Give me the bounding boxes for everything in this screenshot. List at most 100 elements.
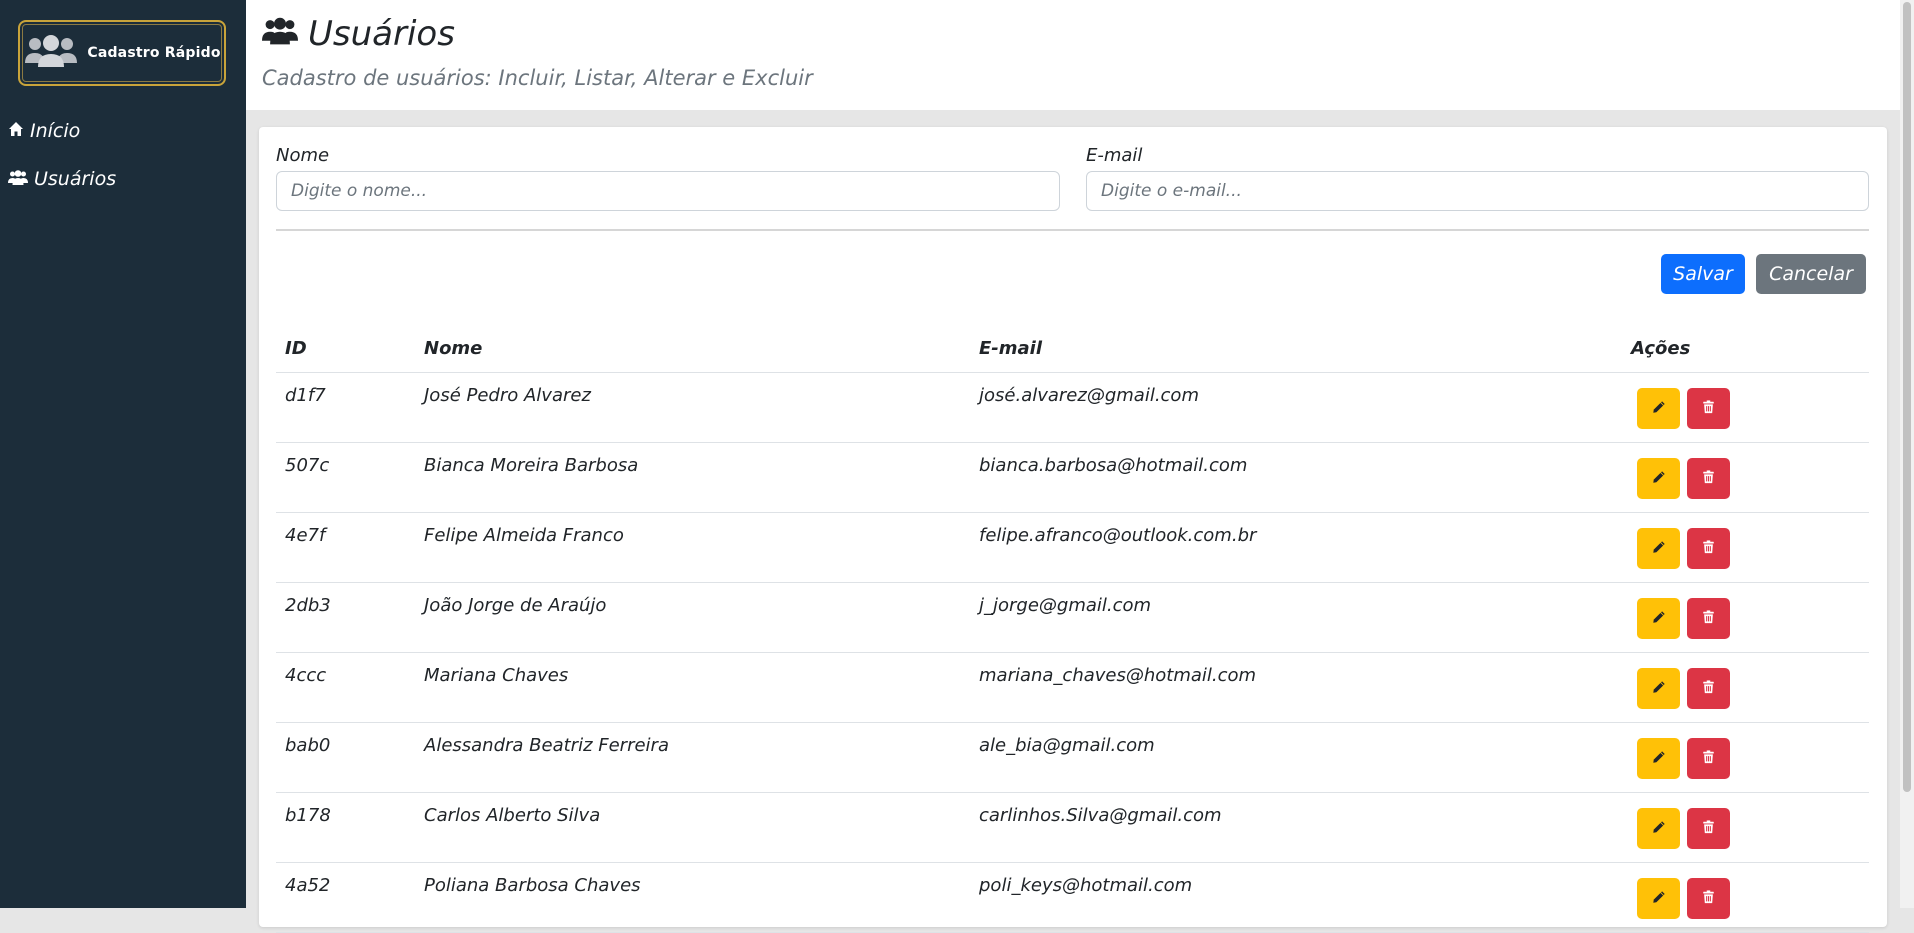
page-title: Usuários (262, 14, 455, 54)
cell-actions (1622, 862, 1869, 933)
pencil-icon (1652, 750, 1666, 767)
delete-button[interactable] (1687, 388, 1730, 429)
sidebar-item-label: Início (30, 120, 81, 142)
table-row: 2db3 João Jorge de Araújo j_jorge@gmail.co… (276, 582, 1869, 653)
cell-id: d1f7 (276, 372, 415, 443)
edit-button[interactable] (1637, 598, 1680, 639)
cell-id: 4e7f (276, 512, 415, 583)
trash-icon (1702, 820, 1715, 837)
cell-email: bianca.barbosa@hotmail.com (970, 442, 1622, 513)
cell-id: 4ccc (276, 652, 415, 723)
sidebar: Cadastro Rápido Início Usuários (0, 0, 246, 908)
delete-button[interactable] (1687, 528, 1730, 569)
cell-id: 4a52 (276, 862, 415, 933)
pencil-icon (1652, 400, 1666, 417)
pencil-icon (1652, 610, 1666, 627)
edit-button[interactable] (1637, 808, 1680, 849)
page-title-text: Usuários (308, 14, 455, 54)
cell-email: josé.alvarez@gmail.com (970, 372, 1622, 443)
trash-icon (1702, 680, 1715, 697)
table-row: 4a52 Poliana Barbosa Chaves poli_keys@hotm… (276, 862, 1869, 933)
delete-button[interactable] (1687, 738, 1730, 779)
name-input[interactable] (276, 171, 1060, 211)
cell-name: Carlos Alberto Silva (415, 792, 970, 863)
edit-button[interactable] (1637, 528, 1680, 569)
cell-email: felipe.afranco@outlook.com.br (970, 512, 1622, 583)
name-label: Nome (276, 145, 330, 166)
table-row: b178 Carlos Alberto Silva carlinhos.Silva@… (276, 792, 1869, 863)
trash-icon (1702, 540, 1715, 557)
cell-name: João Jorge de Araújo (415, 582, 970, 653)
page-subtitle: Cadastro de usuários: Incluir, Listar, A… (262, 66, 813, 90)
page-header: Usuários Cadastro de usuários: Incluir, … (246, 0, 1900, 110)
email-label: E-mail (1086, 145, 1143, 166)
user-form-card: Nome E-mail Salvar Cancelar ID Nome E-ma… (259, 127, 1887, 933)
sidebar-item-usuarios[interactable]: Usuários (8, 168, 116, 190)
cell-name: Alessandra Beatriz Ferreira (415, 722, 970, 793)
save-button[interactable]: Salvar (1661, 254, 1745, 294)
users-icon (23, 33, 79, 73)
cell-actions (1622, 372, 1869, 443)
app-logo[interactable]: Cadastro Rápido (18, 20, 226, 86)
column-header-id: ID (276, 325, 415, 373)
column-header-name: Nome (415, 325, 970, 373)
cell-email: ale_bia@gmail.com (970, 722, 1622, 793)
edit-button[interactable] (1637, 878, 1680, 919)
cell-id: 2db3 (276, 582, 415, 653)
trash-icon (1702, 470, 1715, 487)
edit-button[interactable] (1637, 668, 1680, 709)
sidebar-item-inicio[interactable]: Início (8, 120, 80, 142)
table-row: bab0 Alessandra Beatriz Ferreira ale_bia@g… (276, 722, 1869, 793)
pencil-icon (1652, 540, 1666, 557)
table-row: d1f7 José Pedro Alvarez josé.alvarez@gmail… (276, 372, 1869, 443)
delete-button[interactable] (1687, 458, 1730, 499)
pencil-icon (1652, 820, 1666, 837)
cell-email: poli_keys@hotmail.com (970, 862, 1622, 933)
users-table: ID Nome E-mail Ações d1f7 José Pedro Alva… (276, 325, 1869, 933)
trash-icon (1702, 400, 1715, 417)
cell-name: José Pedro Alvarez (415, 372, 970, 443)
table-row: 4e7f Felipe Almeida Franco felipe.afranco@… (276, 512, 1869, 583)
cell-actions (1622, 792, 1869, 863)
cell-id: 507c (276, 442, 415, 513)
edit-button[interactable] (1637, 738, 1680, 779)
home-icon (8, 120, 24, 142)
logo-text: Cadastro Rápido (87, 45, 221, 61)
cell-name: Mariana Chaves (415, 652, 970, 723)
table-body: d1f7 José Pedro Alvarez josé.alvarez@gmail… (276, 372, 1869, 933)
delete-button[interactable] (1687, 808, 1730, 849)
table-header-row: ID Nome E-mail Ações (276, 325, 1869, 373)
table-row: 507c Bianca Moreira Barbosa bianca.barbosa… (276, 442, 1869, 513)
cancel-button[interactable]: Cancelar (1756, 254, 1866, 294)
cell-actions (1622, 722, 1869, 793)
pencil-icon (1652, 890, 1666, 907)
column-header-actions: Ações (1622, 325, 1869, 373)
cell-actions (1622, 652, 1869, 723)
scrollbar-thumb[interactable] (1903, 2, 1911, 792)
pencil-icon (1652, 680, 1666, 697)
edit-button[interactable] (1637, 388, 1680, 429)
cell-actions (1622, 512, 1869, 583)
cell-email: mariana_chaves@hotmail.com (970, 652, 1622, 723)
pencil-icon (1652, 470, 1666, 487)
cell-email: carlinhos.Silva@gmail.com (970, 792, 1622, 863)
users-icon (8, 168, 28, 190)
cell-actions (1622, 442, 1869, 513)
page-scrollbar[interactable] (1900, 0, 1914, 908)
form-divider (276, 229, 1869, 231)
delete-button[interactable] (1687, 878, 1730, 919)
trash-icon (1702, 750, 1715, 767)
cell-email: j_jorge@gmail.com (970, 582, 1622, 653)
trash-icon (1702, 610, 1715, 627)
cell-name: Bianca Moreira Barbosa (415, 442, 970, 513)
delete-button[interactable] (1687, 598, 1730, 639)
cell-name: Poliana Barbosa Chaves (415, 862, 970, 933)
delete-button[interactable] (1687, 668, 1730, 709)
cell-name: Felipe Almeida Franco (415, 512, 970, 583)
edit-button[interactable] (1637, 458, 1680, 499)
trash-icon (1702, 890, 1715, 907)
email-input[interactable] (1086, 171, 1869, 211)
users-icon (262, 14, 298, 54)
cell-actions (1622, 582, 1869, 653)
table-row: 4ccc Mariana Chaves mariana_chaves@hotmail… (276, 652, 1869, 723)
